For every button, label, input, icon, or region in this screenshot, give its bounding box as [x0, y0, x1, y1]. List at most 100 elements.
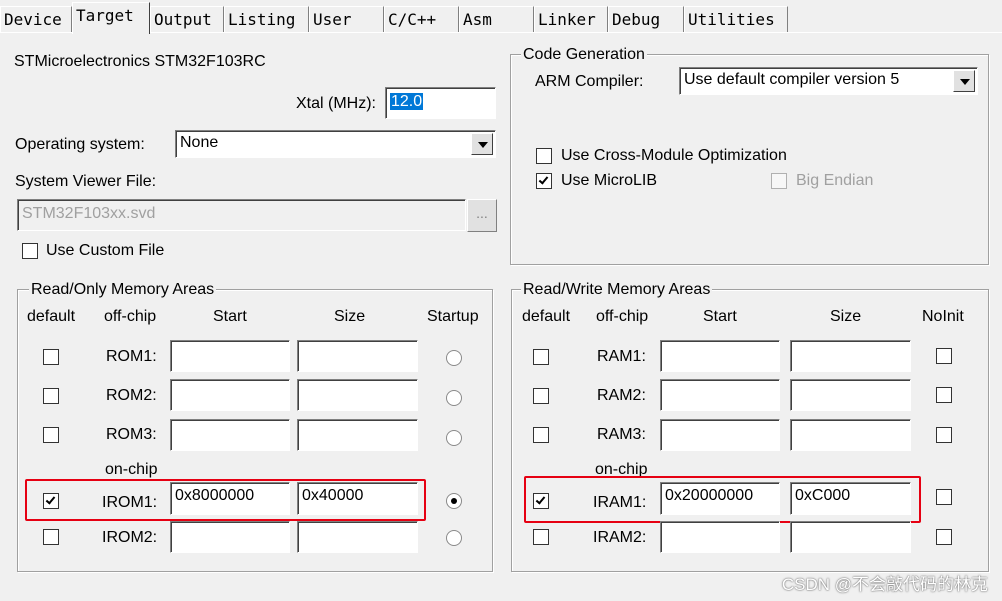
tab-output[interactable]: Output	[150, 6, 224, 33]
irom2-label: IROM2:	[102, 529, 158, 546]
use-custom-file-label: Use Custom File	[46, 242, 165, 259]
ram2-noinit-checkbox[interactable]	[936, 387, 952, 403]
ram3-label: RAM3:	[597, 426, 646, 443]
check-icon	[45, 494, 56, 505]
rom2-size-input[interactable]	[297, 379, 418, 411]
rw-header-size: Size	[830, 308, 862, 325]
radio-selected-dot	[451, 498, 457, 504]
rom2-default-checkbox[interactable]	[43, 388, 59, 404]
svd-value: STM32F103xx.svd	[22, 205, 156, 222]
irom2-default-checkbox[interactable]	[43, 529, 59, 545]
tab-utilities[interactable]: Utilities	[684, 6, 788, 33]
svd-label: System Viewer File:	[15, 173, 157, 190]
ram2-start-input[interactable]	[660, 379, 780, 411]
rom1-startup-radio[interactable]	[446, 350, 462, 366]
tab-user[interactable]: User	[309, 6, 384, 33]
ram1-label: RAM1:	[597, 348, 646, 365]
tab-target[interactable]: Target	[72, 2, 150, 34]
iram2-default-checkbox[interactable]	[533, 529, 549, 545]
ram3-start-input[interactable]	[660, 419, 780, 451]
irom2-size-input[interactable]	[297, 521, 418, 553]
iram2-size-input[interactable]	[790, 521, 911, 553]
use-custom-file-checkbox[interactable]	[22, 243, 38, 259]
rw-header-offchip: off-chip	[596, 308, 649, 325]
ram1-noinit-checkbox[interactable]	[936, 348, 952, 364]
arm-compiler-label: ARM Compiler:	[535, 73, 644, 90]
os-select[interactable]: None	[175, 130, 496, 158]
irom1-size-input[interactable]: 0x40000	[297, 482, 418, 515]
iram1-size-input[interactable]: 0xC000	[790, 482, 911, 515]
code-generation-title: Code Generation	[521, 45, 647, 65]
iram1-start-input[interactable]: 0x20000000	[660, 482, 780, 515]
tab-listing[interactable]: Listing	[224, 6, 309, 33]
xtal-label: Xtal (MHz):	[296, 95, 376, 112]
irom2-start-input[interactable]	[170, 521, 290, 553]
rw-header-default: default	[522, 308, 571, 325]
rw-header-noinit: NoInit	[922, 308, 964, 325]
ram1-size-input[interactable]	[790, 340, 911, 372]
ro-header-startup: Startup	[427, 308, 479, 325]
iram1-noinit-checkbox[interactable]	[936, 489, 952, 505]
rom1-size-input[interactable]	[297, 340, 418, 372]
rom3-default-checkbox[interactable]	[43, 427, 59, 443]
irom1-label: IROM1:	[102, 494, 158, 511]
iram1-default-checkbox[interactable]	[533, 493, 549, 509]
rom3-size-input[interactable]	[297, 419, 418, 451]
iram2-label: IRAM2:	[593, 529, 647, 546]
chevron-down-icon[interactable]	[953, 70, 975, 92]
ram3-size-input[interactable]	[790, 419, 911, 451]
rom1-label: ROM1:	[106, 348, 157, 365]
ro-header-default: default	[27, 308, 76, 325]
ram1-default-checkbox[interactable]	[533, 349, 549, 365]
microlib-label: Use MicroLIB	[561, 172, 658, 189]
arm-compiler-value: Use default compiler version 5	[684, 71, 900, 88]
irom2-startup-radio[interactable]	[446, 530, 462, 546]
irom1-default-checkbox[interactable]	[43, 493, 59, 509]
ram2-label: RAM2:	[597, 387, 646, 404]
xtal-value: 12.0	[390, 93, 424, 110]
xtal-input[interactable]: 12.0	[385, 87, 496, 119]
ram2-default-checkbox[interactable]	[533, 388, 549, 404]
tab-linker[interactable]: Linker	[534, 6, 608, 33]
rom3-start-input[interactable]	[170, 419, 290, 451]
ram3-default-checkbox[interactable]	[533, 427, 549, 443]
tab-device[interactable]: Device	[0, 6, 72, 33]
ram2-size-input[interactable]	[790, 379, 911, 411]
iram2-start-input[interactable]	[660, 521, 780, 553]
rom1-default-checkbox[interactable]	[43, 349, 59, 365]
read-write-memory-title: Read/Write Memory Areas	[521, 280, 713, 300]
svd-input[interactable]: STM32F103xx.svd	[17, 199, 466, 231]
chevron-down-icon[interactable]	[471, 133, 493, 155]
rom3-startup-radio[interactable]	[446, 430, 462, 446]
irom1-start-input[interactable]: 0x8000000	[170, 482, 290, 515]
svd-browse-button[interactable]: ...	[467, 199, 497, 232]
check-icon	[535, 494, 546, 505]
tab-c-cpp[interactable]: C/C++	[384, 6, 459, 33]
rom2-label: ROM2:	[106, 387, 157, 404]
ro-header-size: Size	[334, 308, 366, 325]
ro-header-start: Start	[213, 308, 247, 325]
watermark: CSDN @不会敲代码的林克	[781, 575, 988, 594]
ram3-noinit-checkbox[interactable]	[936, 427, 952, 443]
tab-asm[interactable]: Asm	[459, 6, 534, 33]
read-only-memory-title: Read/Only Memory Areas	[29, 280, 217, 300]
rom2-start-input[interactable]	[170, 379, 290, 411]
rom1-start-input[interactable]	[170, 340, 290, 372]
irom1-startup-radio[interactable]	[446, 493, 462, 509]
microlib-checkbox[interactable]	[536, 173, 552, 189]
tab-debug[interactable]: Debug	[608, 6, 684, 33]
ram1-start-input[interactable]	[660, 340, 780, 372]
cross-module-checkbox[interactable]	[536, 148, 552, 164]
os-label: Operating system:	[15, 136, 145, 153]
rom2-startup-radio[interactable]	[446, 390, 462, 406]
ro-header-offchip: off-chip	[104, 308, 157, 325]
tab-divider	[0, 32, 1002, 33]
cross-module-label: Use Cross-Module Optimization	[561, 147, 787, 164]
device-name: STMicroelectronics STM32F103RC	[14, 53, 266, 70]
big-endian-label: Big Endian	[796, 172, 874, 189]
rw-header-start: Start	[703, 308, 737, 325]
iram2-noinit-checkbox[interactable]	[936, 529, 952, 545]
big-endian-checkbox[interactable]	[771, 173, 787, 189]
check-icon	[538, 174, 549, 185]
arm-compiler-select[interactable]: Use default compiler version 5	[679, 67, 978, 95]
